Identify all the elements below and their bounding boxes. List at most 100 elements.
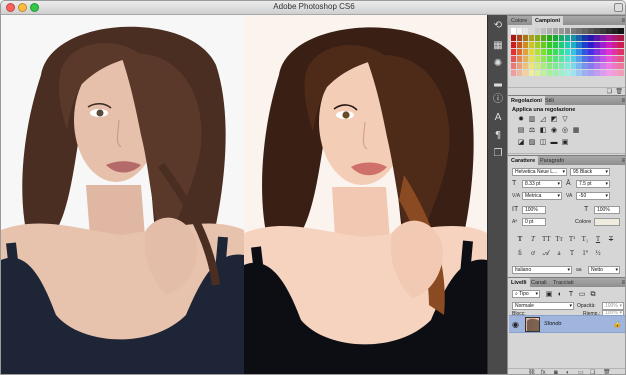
color-swatch[interactable] [612,28,618,34]
brightness-icon[interactable]: ✹ [516,115,526,124]
color-swatch[interactable] [570,35,576,41]
color-swatch[interactable] [552,28,559,34]
color-swatch[interactable] [594,56,600,62]
color-swatch[interactable] [534,49,541,55]
color-swatch[interactable] [582,35,588,41]
color-swatch[interactable] [534,42,541,48]
color-swatch[interactable] [618,63,624,69]
tracking-select[interactable]: -50 [576,192,610,200]
underline-button[interactable]: T [594,235,602,243]
color-swatch[interactable] [511,63,517,69]
tab-campioni[interactable]: Campioni [532,16,564,26]
color-swatch[interactable] [612,42,618,48]
color-swatch[interactable] [534,56,541,62]
panel-menu-icon[interactable]: ≡ [621,156,625,166]
color-swatch[interactable] [534,70,541,76]
color-swatch[interactable] [612,49,618,55]
titling-button[interactable]: T [568,249,576,257]
color-swatch[interactable] [546,28,553,34]
baseline-shift-field[interactable]: 0 pt [522,218,546,226]
color-swatch[interactable] [522,35,529,41]
color-swatch[interactable] [582,28,588,34]
info-icon[interactable]: ⓘ [491,93,505,107]
color-swatch[interactable] [618,35,624,41]
color-swatch[interactable] [540,63,547,69]
panel-menu-icon[interactable]: ≡ [621,96,625,106]
color-swatch[interactable] [540,70,547,76]
tab-carattere[interactable]: Carattere [508,156,539,166]
color-swatch[interactable] [600,49,606,55]
color-swatch[interactable] [588,49,594,55]
color-swatch[interactable] [570,63,576,69]
color-swatch[interactable] [588,35,594,41]
adjustment-layer-icon[interactable]: ◐ [566,369,570,374]
tab-tracciati[interactable]: Tracciati [550,278,577,288]
color-swatch[interactable] [606,56,612,62]
kerning-select[interactable]: Metrica [522,192,562,200]
color-swatch[interactable] [576,70,582,76]
new-layer-icon[interactable]: ❏ [590,369,595,374]
color-swatch[interactable] [570,56,576,62]
color-swatch[interactable] [600,35,606,41]
color-swatch[interactable] [528,42,535,48]
color-swatch[interactable] [618,56,624,62]
color-swatch[interactable] [540,28,547,34]
horizontal-scale-field[interactable]: 100% [594,206,620,214]
color-swatch[interactable] [528,63,535,69]
color-swatch[interactable] [511,56,517,62]
color-swatch[interactable] [594,42,600,48]
color-swatch[interactable] [511,42,517,48]
tab-paragrafo[interactable]: Paragrafo [537,156,567,166]
color-swatch[interactable] [600,28,606,34]
color-swatch[interactable] [618,28,624,34]
color-swatch[interactable] [576,49,582,55]
color-swatch[interactable] [612,56,618,62]
threshold-icon[interactable]: ◫ [538,138,548,147]
color-swatch[interactable] [516,63,523,69]
color-swatch[interactable] [552,35,559,41]
layer-filter-select[interactable]: ⌕ Tipo [512,290,540,298]
color-swatch[interactable] [576,35,582,41]
color-swatch[interactable] [516,35,523,41]
color-swatch[interactable] [618,70,624,76]
color-swatch[interactable] [522,49,529,55]
selective-color-icon[interactable]: ▣ [560,138,570,147]
small-caps-button[interactable]: Tт [555,235,563,243]
color-swatch[interactable] [570,28,576,34]
font-style-select[interactable]: 95 Black [570,168,610,176]
type-filter-icon[interactable]: T [566,290,576,299]
color-swatch[interactable] [606,49,612,55]
color-swatch[interactable] [546,35,553,41]
color-swatch[interactable] [582,63,588,69]
color-swatch[interactable] [564,49,571,55]
color-swatch[interactable] [564,70,571,76]
color-swatch[interactable] [594,49,600,55]
color-swatch[interactable] [570,42,576,48]
link-icon[interactable]: ⛓ [528,369,536,374]
color-swatch[interactable] [588,28,594,34]
color-lookup-icon[interactable]: ▦ [571,126,581,135]
color-swatch[interactable] [558,28,565,34]
opacity-field[interactable]: 100% [602,302,624,310]
color-swatch[interactable] [564,42,571,48]
tab-colore[interactable]: Colore [508,16,530,26]
histogram-icon[interactable]: ▂ [491,75,505,89]
color-swatch[interactable] [511,49,517,55]
swash-button[interactable]: 𝒜 [542,249,550,257]
font-family-select[interactable]: Helvetica Neue L... [512,168,567,176]
color-swatch[interactable] [540,35,547,41]
color-swatch[interactable] [600,70,606,76]
text-color-swatch[interactable] [594,218,620,226]
color-swatch[interactable] [558,70,565,76]
layer-name[interactable]: Sfondo [544,321,561,327]
color-swatch[interactable] [594,35,600,41]
color-swatch[interactable] [546,56,553,62]
color-swatch[interactable] [522,56,529,62]
color-swatch[interactable] [588,56,594,62]
color-swatch[interactable] [606,70,612,76]
color-swatch[interactable] [516,28,523,34]
color-swatch[interactable] [558,42,565,48]
color-swatch[interactable] [546,42,553,48]
color-swatch[interactable] [588,70,594,76]
eye-icon[interactable]: ◉ [512,320,519,329]
